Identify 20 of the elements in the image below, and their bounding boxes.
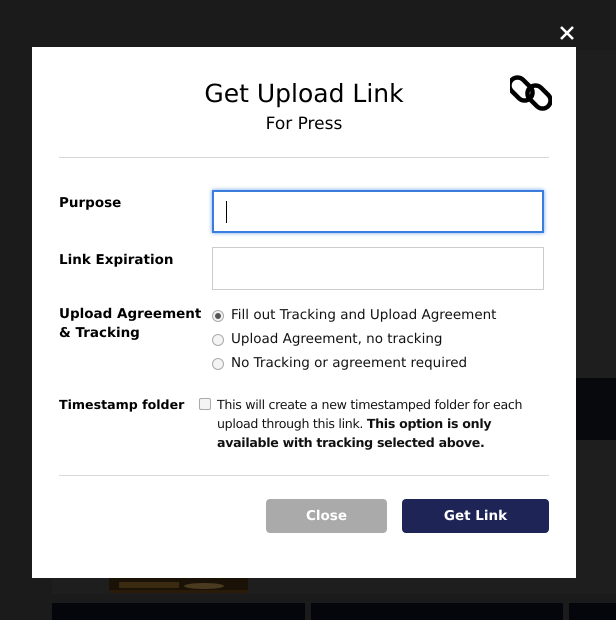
link-icon [510, 72, 552, 114]
radio-option[interactable]: No Tracking or agreement required [212, 354, 496, 373]
get-link-button[interactable]: Get Link [402, 499, 549, 533]
checkbox-description: This will create a new timestamped folder for each upload through this link. This option is only available with tracking selected above. [217, 396, 524, 452]
dialog-title: Get Upload Link [204, 78, 404, 110]
field-label: Timestamp folder [59, 396, 186, 414]
checkbox[interactable] [199, 398, 211, 410]
field-label: Link Expiration [59, 251, 174, 270]
radio-button[interactable] [212, 334, 224, 346]
text-field[interactable] [212, 247, 544, 290]
radio-option[interactable]: Fill out Tracking and Upload Agreement [212, 306, 496, 325]
radio-button[interactable] [212, 358, 224, 370]
field-label: Upload Agreement & Tracking [59, 305, 202, 343]
radio-option[interactable]: Upload Agreement, no tracking [212, 330, 496, 349]
text-cursor [226, 200, 227, 222]
dialog-subtitle: For Press [266, 113, 342, 136]
field-label: Purpose [59, 194, 122, 213]
text-field[interactable] [212, 190, 544, 233]
radio-button[interactable] [212, 310, 224, 322]
tile [576, 378, 616, 440]
